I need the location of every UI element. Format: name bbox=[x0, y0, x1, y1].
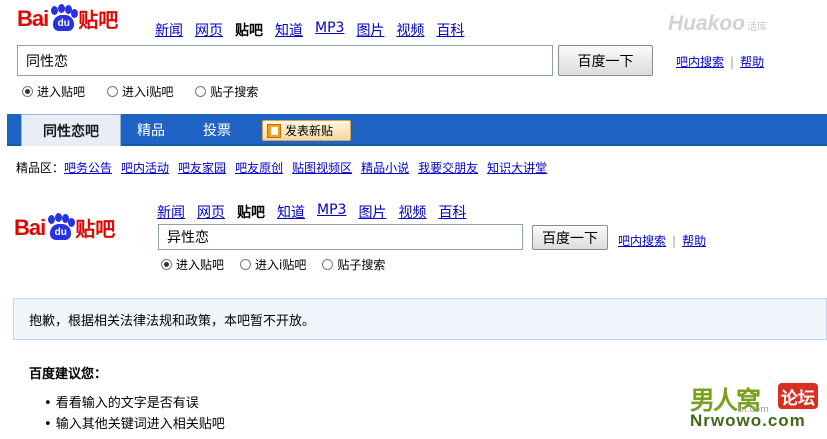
paw-icon: du bbox=[46, 212, 76, 241]
closed-notice: 抱歉，根据相关法律法规和政策，本吧暂不开放。 bbox=[13, 298, 827, 340]
jingpin-item[interactable]: 吧务公告 bbox=[64, 159, 112, 176]
radio-enter-itieba[interactable]: 进入i贴吧 bbox=[107, 83, 173, 100]
nav-mp3[interactable]: MP3 bbox=[317, 202, 346, 222]
radio-label: 进入贴吧 bbox=[37, 85, 86, 99]
suggest-item: • 输入其他关键词进入相关贴吧 bbox=[44, 417, 225, 432]
help-link[interactable]: 帮助 bbox=[682, 232, 706, 249]
new-post-label: 发表新贴 bbox=[285, 124, 334, 138]
edit-icon bbox=[267, 123, 281, 138]
jingpin-item[interactable]: 吧内活动 bbox=[121, 159, 169, 176]
search-mode-radios: 进入贴吧 进入i贴吧 贴子搜索 bbox=[22, 83, 258, 100]
nav-tieba[interactable]: 贴吧 bbox=[235, 20, 263, 40]
search-button[interactable]: 百度一下 bbox=[558, 45, 653, 76]
suggest-title: 百度建议您： bbox=[29, 367, 108, 382]
radio-post-search[interactable]: 贴子搜索 bbox=[322, 256, 385, 273]
radio-icon[interactable] bbox=[322, 259, 334, 270]
jingpin-item[interactable]: 吧友原创 bbox=[235, 159, 283, 176]
radio-icon[interactable] bbox=[195, 86, 207, 97]
search-mode-radios-2: 进入贴吧 进入i贴吧 贴子搜索 bbox=[161, 256, 385, 273]
baidu-tieba-logo-2[interactable]: Bai du 贴吧 bbox=[14, 212, 116, 242]
search-input-2[interactable]: 异性恋 bbox=[158, 224, 523, 250]
logo-du-text: du bbox=[53, 14, 75, 31]
baidu-tieba-logo[interactable]: Bai du 贴吧 bbox=[17, 3, 119, 33]
jingpin-item[interactable]: 吧友家园 bbox=[178, 159, 226, 176]
nav-video[interactable]: 视频 bbox=[396, 20, 424, 40]
logo-bai-text: Bai bbox=[17, 5, 49, 31]
tab-bar-home[interactable]: 同性恋吧 bbox=[21, 114, 121, 146]
jingpin-item[interactable]: 精品小说 bbox=[361, 159, 409, 176]
radio-icon[interactable] bbox=[240, 259, 252, 270]
link-separator: | bbox=[730, 54, 735, 69]
nav-web[interactable]: 网页 bbox=[195, 20, 223, 40]
nav-web[interactable]: 网页 bbox=[197, 202, 225, 222]
radio-selected-icon[interactable] bbox=[161, 259, 172, 270]
radio-icon[interactable] bbox=[107, 86, 119, 97]
logo-tieba-text: 贴吧 bbox=[78, 8, 119, 32]
suggest-item: • 看看输入的文字是否有误 bbox=[44, 396, 199, 411]
radio-label: 进入i贴吧 bbox=[122, 85, 174, 99]
second-links: 吧内搜索 | 帮助 bbox=[618, 232, 706, 249]
help-link[interactable]: 帮助 bbox=[740, 53, 764, 70]
radio-enter-itieba[interactable]: 进入i贴吧 bbox=[240, 256, 306, 273]
watermark-url: Nrwowo.com bbox=[690, 411, 806, 430]
radio-enter-tieba[interactable]: 进入贴吧 bbox=[22, 83, 85, 100]
top-nav: 新闻 网页 贴吧 知道 MP3 图片 视频 百科 bbox=[155, 20, 464, 40]
logo-du-text: du bbox=[50, 223, 72, 240]
paw-icon: du bbox=[49, 3, 79, 32]
radio-label: 贴子搜索 bbox=[210, 85, 259, 99]
nav-baike[interactable]: 百科 bbox=[436, 20, 464, 40]
jingpin-item[interactable]: 贴图视频区 bbox=[292, 159, 352, 176]
radio-post-search[interactable]: 贴子搜索 bbox=[195, 83, 258, 100]
nav-video[interactable]: 视频 bbox=[398, 202, 426, 222]
top-links: 吧内搜索 | 帮助 bbox=[676, 53, 764, 70]
search-input[interactable]: 同性恋 bbox=[17, 45, 553, 76]
radio-label: 进入贴吧 bbox=[176, 258, 225, 272]
suggest-list: • 看看输入的文字是否有误 • 输入其他关键词进入相关贴吧 bbox=[44, 393, 225, 435]
logo-bai-text: Bai bbox=[14, 214, 46, 240]
jingpin-item[interactable]: 我要交朋友 bbox=[418, 159, 478, 176]
inbar-search-link[interactable]: 吧内搜索 bbox=[618, 232, 666, 249]
radio-selected-icon[interactable] bbox=[22, 86, 33, 97]
tab-bar bbox=[7, 114, 827, 146]
radio-label: 进入i贴吧 bbox=[255, 258, 307, 272]
link-separator: | bbox=[672, 233, 677, 248]
nrwowo-watermark: 男人窝 论坛 m.com Nrwowo.com bbox=[688, 381, 822, 433]
nav-zhidao[interactable]: 知道 bbox=[275, 20, 303, 40]
tab-jingpin[interactable]: 精品 bbox=[137, 114, 165, 146]
nav-news[interactable]: 新闻 bbox=[157, 202, 185, 222]
huakoo-suffix: 活库 bbox=[747, 22, 768, 33]
nav-news[interactable]: 新闻 bbox=[155, 20, 183, 40]
watermark-badge: 论坛 bbox=[778, 383, 818, 409]
nav-zhidao[interactable]: 知道 bbox=[277, 202, 305, 222]
search-button-2[interactable]: 百度一下 bbox=[532, 225, 608, 250]
nav-image[interactable]: 图片 bbox=[356, 20, 384, 40]
huakoo-brand: Huakoo bbox=[668, 12, 746, 35]
inbar-search-link[interactable]: 吧内搜索 bbox=[676, 53, 724, 70]
radio-enter-tieba[interactable]: 进入贴吧 bbox=[161, 256, 224, 273]
nav-image[interactable]: 图片 bbox=[358, 202, 386, 222]
nav-tieba[interactable]: 贴吧 bbox=[237, 202, 265, 222]
new-post-button[interactable]: 发表新贴 bbox=[262, 120, 351, 141]
nav-baike[interactable]: 百科 bbox=[438, 202, 466, 222]
jingpin-links: 精品区： 吧务公告 吧内活动 吧友家园 吧友原创 贴图视频区 精品小说 我要交朋… bbox=[16, 159, 547, 176]
jingpin-label: 精品区： bbox=[16, 161, 65, 175]
logo-tieba-text: 贴吧 bbox=[75, 217, 116, 241]
huakoo-watermark: Huakoo 活库 bbox=[668, 12, 767, 36]
radio-label: 贴子搜索 bbox=[337, 258, 386, 272]
second-nav: 新闻 网页 贴吧 知道 MP3 图片 视频 百科 bbox=[157, 202, 466, 222]
tab-vote[interactable]: 投票 bbox=[203, 114, 231, 146]
jingpin-item[interactable]: 知识大讲堂 bbox=[487, 159, 547, 176]
nav-mp3[interactable]: MP3 bbox=[315, 20, 344, 40]
